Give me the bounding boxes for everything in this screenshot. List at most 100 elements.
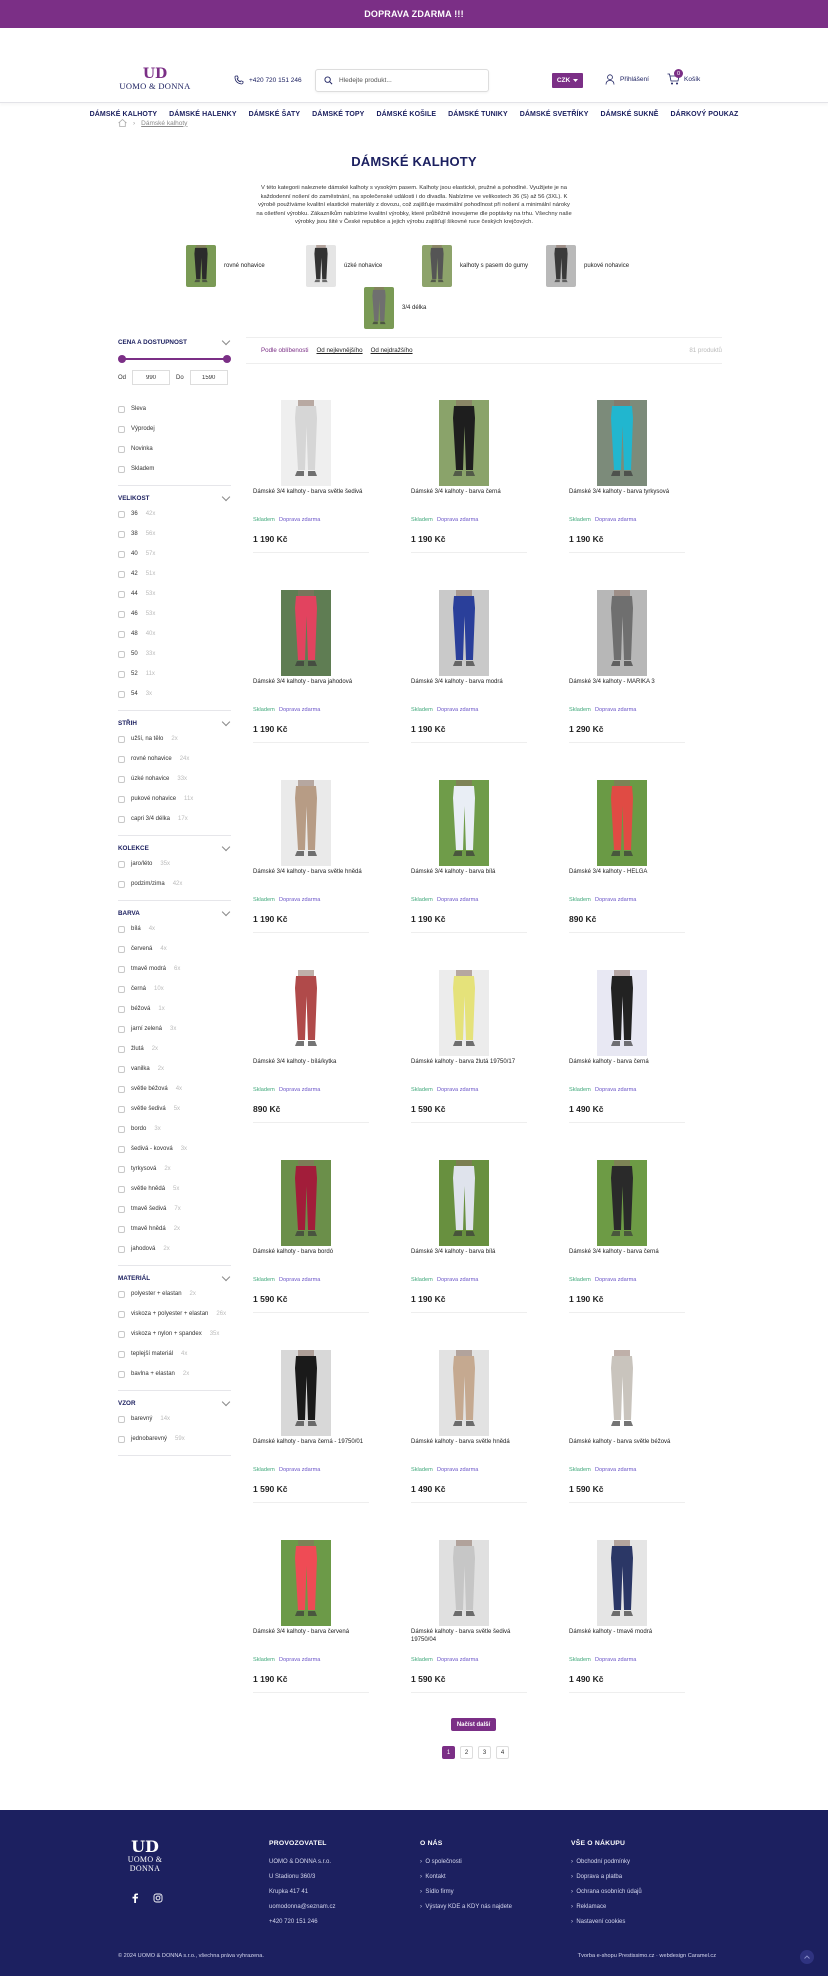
product-image[interactable] xyxy=(281,970,331,1056)
product-card[interactable]: Dámské kalhoty - barva černá Skladem Dopra… xyxy=(562,960,692,1123)
footer-link[interactable]: › Reklamace xyxy=(571,1904,642,1919)
filter-option[interactable]: tmavě šedivá 7x xyxy=(118,1199,231,1219)
product-name[interactable]: Dámské kalhoty - barva žlutá 19750/17 xyxy=(411,1059,531,1067)
filter-checkbox[interactable] xyxy=(118,630,125,638)
filter-option[interactable]: užší, na tělo 2x xyxy=(118,729,231,749)
product-name[interactable]: Dámské 3/4 kalhoty - barva bílá xyxy=(411,1249,531,1257)
product-image[interactable] xyxy=(281,1540,331,1626)
page-2[interactable]: 2 xyxy=(460,1746,473,1759)
filter-checkbox[interactable] xyxy=(118,1025,125,1033)
search-box[interactable] xyxy=(315,69,489,92)
filter-checkbox[interactable] xyxy=(118,1350,125,1358)
page-4[interactable]: 4 xyxy=(496,1746,509,1759)
product-name[interactable]: Dámské 3/4 kalhoty - barva bílá xyxy=(411,869,531,877)
product-card[interactable]: Dámské 3/4 kalhoty - barva bílá Skladem Do… xyxy=(404,1150,534,1313)
product-card[interactable]: Dámské kalhoty - barva světle šedivá 197… xyxy=(404,1530,534,1693)
filter-option[interactable]: světle šedivá 5x xyxy=(118,1099,231,1119)
subcategory-item[interactable]: rovné nohavice xyxy=(186,245,265,287)
subcategory-item[interactable]: kalhoty s pasem do gumy xyxy=(422,245,528,287)
load-more-button[interactable]: Načíst další xyxy=(451,1718,496,1731)
page-3[interactable]: 3 xyxy=(478,1746,491,1759)
nav-item-damske-svetriky[interactable]: DÁMSKÉ SVETŘÍKY xyxy=(514,111,595,118)
filter-checkbox[interactable] xyxy=(118,510,125,518)
filter-checkbox[interactable] xyxy=(118,445,125,453)
filter-checkbox[interactable] xyxy=(118,1145,125,1153)
filter-checkbox[interactable] xyxy=(118,425,125,433)
sort-popularity[interactable]: Podle oblíbenosti xyxy=(261,347,308,354)
product-image[interactable] xyxy=(597,590,647,676)
filter-checkbox[interactable] xyxy=(118,650,125,658)
filter-checkbox[interactable] xyxy=(118,1370,125,1378)
filter-option[interactable]: tmavě modrá 6x xyxy=(118,959,231,979)
breadcrumb-current[interactable]: Dámské kalhoty xyxy=(141,120,187,127)
footer-email[interactable]: uomodonna@seznam.cz xyxy=(269,1904,335,1919)
product-card[interactable]: Dámské kalhoty - barva bordó Skladem Dopra… xyxy=(246,1150,376,1313)
filter-option[interactable]: rovné nohavice 24x xyxy=(118,749,231,769)
filter-checkbox[interactable] xyxy=(118,1205,125,1213)
product-image[interactable] xyxy=(597,1350,647,1436)
filter-option[interactable]: bílá 4x xyxy=(118,919,231,939)
filter-checkbox[interactable] xyxy=(118,550,125,558)
filter-option[interactable]: žlutá 2x xyxy=(118,1039,231,1059)
price-slider-max-handle[interactable] xyxy=(223,355,231,363)
filter-option[interactable]: 40 57x xyxy=(118,544,231,564)
product-card[interactable]: Dámské 3/4 kalhoty - bílá/kytka Skladem Do… xyxy=(246,960,376,1123)
product-card[interactable]: Dámské 3/4 kalhoty - barva bílá Skladem Do… xyxy=(404,770,534,933)
product-card[interactable]: Dámské 3/4 kalhoty - barva modrá Skladem D… xyxy=(404,580,534,743)
footer-link[interactable]: › Sídlo firmy xyxy=(420,1889,512,1904)
product-image[interactable] xyxy=(597,1540,647,1626)
filter-checkbox[interactable] xyxy=(118,1225,125,1233)
nav-item-damske-kosile[interactable]: DÁMSKÉ KOŠILE xyxy=(370,111,442,118)
filter-checkbox[interactable] xyxy=(118,965,125,973)
product-image[interactable] xyxy=(597,400,647,486)
price-to-input[interactable] xyxy=(189,370,228,385)
product-name[interactable]: Dámské 3/4 kalhoty - barva černá xyxy=(569,1249,689,1257)
filter-option[interactable]: vanilka 2x xyxy=(118,1059,231,1079)
product-image[interactable] xyxy=(281,1160,331,1246)
filter-checkbox[interactable] xyxy=(118,880,125,888)
filter-checkbox[interactable] xyxy=(118,1045,125,1053)
filter-checkbox[interactable] xyxy=(118,985,125,993)
footer-link[interactable]: › Doprava a platba xyxy=(571,1874,642,1889)
filter-checkbox[interactable] xyxy=(118,1245,125,1253)
product-image[interactable] xyxy=(439,1160,489,1246)
filter-option[interactable]: capri 3/4 délka 17x xyxy=(118,809,231,829)
product-image[interactable] xyxy=(439,1350,489,1436)
price-from-input[interactable] xyxy=(132,370,171,385)
price-slider[interactable] xyxy=(118,352,231,366)
footer-link[interactable]: › Nastavení cookies xyxy=(571,1919,642,1934)
subcategory-item[interactable]: pukové nohavice xyxy=(546,245,629,287)
filter-option[interactable]: viskoza + nylon + spandex 35x xyxy=(118,1324,231,1344)
filter-option[interactable]: 38 56x xyxy=(118,524,231,544)
filter-option[interactable]: jahodová 2x xyxy=(118,1239,231,1259)
sort-cheapest[interactable]: Od nejlevnějšího xyxy=(316,347,362,354)
filter-option[interactable]: 52 11x xyxy=(118,664,231,684)
back-to-top-button[interactable] xyxy=(800,1950,814,1964)
price-slider-min-handle[interactable] xyxy=(118,355,126,363)
filter-option[interactable]: podzim/zima 42x xyxy=(118,874,231,894)
product-name[interactable]: Dámské kalhoty - barva světle šedivá 197… xyxy=(411,1629,531,1644)
filter-checkbox[interactable] xyxy=(118,1125,125,1133)
filter-checkbox[interactable] xyxy=(118,925,125,933)
filter-checkbox[interactable] xyxy=(118,1330,125,1338)
product-image[interactable] xyxy=(281,400,331,486)
filter-checkbox[interactable] xyxy=(118,1185,125,1193)
product-card[interactable]: Dámské 3/4 kalhoty - barva červená Sklade… xyxy=(246,1530,376,1693)
product-card[interactable]: Dámské kalhoty - tmavě modrá Skladem Dopra… xyxy=(562,1530,692,1693)
footer-link[interactable]: › Kontakt xyxy=(420,1874,512,1889)
product-image[interactable] xyxy=(597,780,647,866)
login-link[interactable]: Přihlášení xyxy=(605,74,649,85)
product-name[interactable]: Dámské 3/4 kalhoty - barva červená xyxy=(253,1629,373,1637)
filter-checkbox[interactable] xyxy=(118,570,125,578)
filter-checkbox[interactable] xyxy=(118,1415,125,1423)
product-image[interactable] xyxy=(439,780,489,866)
filter-group-header[interactable]: VELIKOST xyxy=(118,492,231,504)
header-phone[interactable]: +420 720 151 246 xyxy=(234,75,302,85)
filter-option[interactable]: tmavě hnědá 2x xyxy=(118,1219,231,1239)
product-name[interactable]: Dámské 3/4 kalhoty - barva modrá xyxy=(411,679,531,687)
filter-checkbox[interactable] xyxy=(118,815,125,823)
filter-option[interactable]: 48 40x xyxy=(118,624,231,644)
product-image[interactable] xyxy=(597,1160,647,1246)
filter-checkbox[interactable] xyxy=(118,405,125,413)
product-image[interactable] xyxy=(439,970,489,1056)
